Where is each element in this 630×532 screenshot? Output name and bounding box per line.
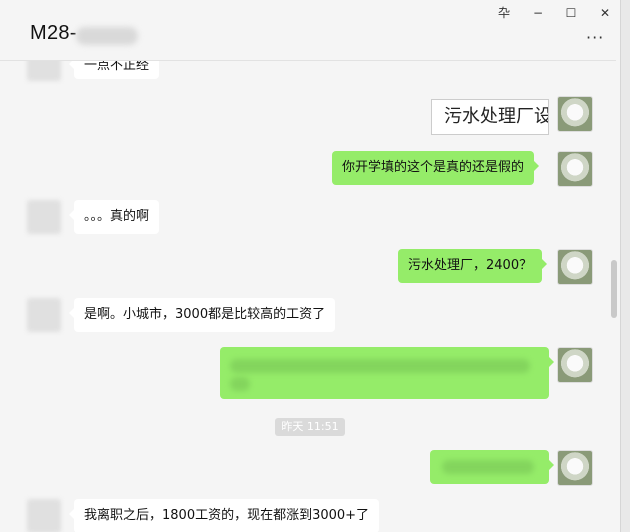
message-incoming[interactable]: 我离职之后，1800工资的，现在都涨到3000+了 xyxy=(68,499,380,532)
pin-icon[interactable]: 卆 xyxy=(494,4,514,22)
message-timestamp: 昨天 11:51 xyxy=(275,418,345,436)
image-message[interactable]: 污水处理厂设 xyxy=(431,99,549,135)
my-avatar[interactable] xyxy=(557,249,593,285)
redacted-text xyxy=(230,359,530,373)
redacted-title xyxy=(76,27,138,45)
redacted-text xyxy=(230,377,250,391)
maximize-icon[interactable]: ☐ xyxy=(561,4,581,22)
close-icon[interactable]: ✕ xyxy=(595,4,615,22)
contact-avatar[interactable] xyxy=(27,298,61,332)
scrollbar-thumb[interactable] xyxy=(611,260,617,318)
message-list[interactable]: 一点不正经 污水处理厂设 你开学填的这个是真的还是假的 。。。真的啊 污水处理厂… xyxy=(0,61,608,532)
message-incoming[interactable]: 是啊。小城市，3000都是比较高的工资了 xyxy=(68,298,336,332)
redacted-text xyxy=(442,460,534,474)
my-avatar[interactable] xyxy=(557,450,593,486)
chat-header: M28- 卆 − ☐ ✕ ··· xyxy=(0,0,616,61)
message-outgoing[interactable]: 你开学填的这个是真的还是假的 xyxy=(332,151,540,185)
message-incoming[interactable]: 一点不正经 xyxy=(68,61,160,79)
contact-avatar[interactable] xyxy=(27,61,61,81)
message-outgoing-redacted[interactable] xyxy=(220,347,554,399)
my-avatar[interactable] xyxy=(557,151,593,187)
message-incoming[interactable]: 。。。真的啊 xyxy=(68,200,160,234)
more-options-icon[interactable]: ··· xyxy=(586,28,604,47)
my-avatar[interactable] xyxy=(557,347,593,383)
chat-title: M28- xyxy=(30,22,77,44)
minimize-icon[interactable]: − xyxy=(528,4,548,22)
contact-avatar[interactable] xyxy=(27,499,61,532)
my-avatar[interactable] xyxy=(557,96,593,132)
contact-avatar[interactable] xyxy=(27,200,61,234)
message-outgoing-redacted[interactable] xyxy=(430,450,554,484)
message-outgoing[interactable]: 污水处理厂，2400？ xyxy=(398,249,548,283)
background-window-edge xyxy=(620,0,630,532)
